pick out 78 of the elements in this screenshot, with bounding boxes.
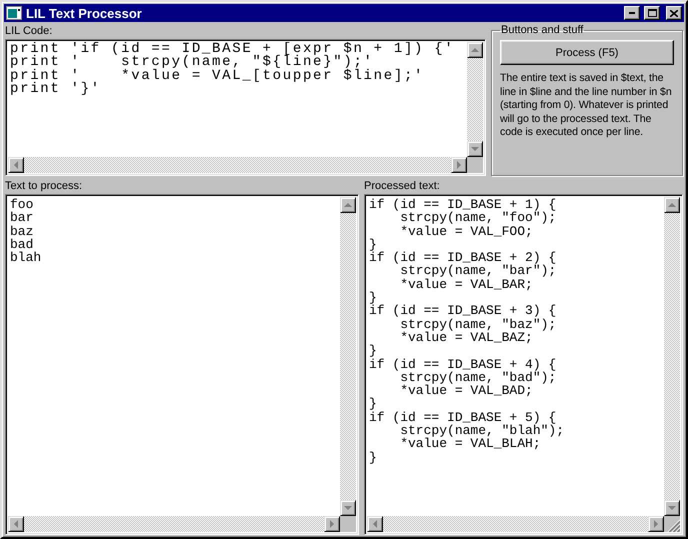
close-button[interactable] — [666, 6, 682, 20]
code-line: *value = VAL_BAZ; — [399, 330, 533, 344]
code-line: strcpy(name, "blah"); — [400, 424, 566, 438]
code-line: print '}' — [10, 82, 102, 96]
group-title: Buttons and stuff — [500, 24, 584, 36]
scroll-arrow-button[interactable] — [8, 157, 24, 173]
scroll-arrow-button[interactable] — [664, 197, 680, 213]
code-line: strcpy(name, "bad"); — [400, 370, 558, 384]
code-line: if (id == ID_BASE + 1) { — [369, 198, 558, 212]
code-line: } — [369, 344, 378, 358]
scroll-arrow-button[interactable] — [8, 516, 24, 532]
scroll-arrow-button[interactable] — [324, 516, 340, 532]
maximize-icon — [648, 9, 656, 17]
code-line: if (id == ID_BASE + 3) { — [369, 304, 558, 318]
scroll-arrow-button[interactable] — [664, 500, 680, 516]
code-line: foo — [10, 198, 34, 212]
field-label: Processed text: — [364, 179, 441, 194]
close-icon — [670, 10, 678, 16]
maximize-button[interactable] — [644, 6, 660, 20]
text-area[interactable]: foo bar baz bad blah — [5, 194, 359, 535]
code-line: *value = VAL_FOO; — [399, 224, 533, 238]
left-arrow-icon — [14, 161, 18, 169]
horizontal-scrollbar[interactable] — [367, 516, 664, 532]
code-line: *value = VAL_BLAH; — [399, 437, 541, 451]
code-line: baz — [10, 224, 34, 238]
help-text: The entire text is saved in $text, the line in $line and the line number in $n (starting from 0). Whatever is printed will go to the processed text. The code is executed once per line. — [500, 72, 673, 140]
code-line: strcpy(name, "foo"); — [400, 211, 558, 225]
code-line: *value = VAL_BAD; — [399, 384, 533, 398]
window-title: LIL Text Processor — [26, 6, 143, 20]
field-label: Text to process: — [5, 179, 84, 194]
left-arrow-icon — [14, 520, 18, 528]
left-arrow-icon — [373, 520, 377, 528]
scroll-arrow-button[interactable] — [367, 516, 383, 532]
code-line: *value = VAL_BAR; — [399, 278, 533, 292]
code-line: if (id == ID_BASE + 2) { — [369, 251, 558, 264]
code-line: bad — [10, 238, 34, 252]
scrollbar-corner — [340, 516, 356, 532]
scroll-arrow-button[interactable] — [467, 141, 483, 157]
horizontal-scrollbar[interactable] — [8, 516, 340, 532]
code-line: print ' strcpy(name, "${line}");' — [10, 56, 374, 70]
right-arrow-icon — [654, 520, 658, 528]
down-arrow-icon — [471, 147, 479, 151]
field-label: LIL Code: — [5, 24, 54, 39]
vertical-scrollbar[interactable] — [340, 197, 356, 516]
vertical-scrollbar[interactable] — [467, 42, 483, 157]
scroll-arrow-button[interactable] — [340, 197, 356, 213]
scroll-arrow-button[interactable] — [340, 500, 356, 516]
scroll-arrow-button[interactable] — [648, 516, 664, 532]
down-arrow-icon — [668, 506, 676, 510]
code-line: bar — [10, 211, 34, 225]
code-line: blah — [10, 251, 42, 264]
code-line: if (id == ID_BASE + 4) { — [369, 358, 558, 371]
right-arrow-icon — [330, 520, 334, 528]
process-button[interactable]: Process (F5) — [500, 40, 674, 65]
scroll-arrow-button[interactable] — [451, 157, 467, 173]
horizontal-scrollbar[interactable] — [8, 157, 467, 173]
up-arrow-icon — [471, 48, 479, 52]
code-line: print ' *value = VAL_[toupper $line];' — [10, 70, 426, 83]
code-line: } — [369, 291, 377, 304]
resize-grip-icon[interactable] — [667, 519, 680, 532]
code-line: strcpy(name, "bar"); — [400, 264, 558, 278]
minimize-button[interactable] — [624, 6, 640, 20]
text-area[interactable]: print 'if (id == ID_BASE + [expr $n + 1]) {' print ' strcpy(name, "${line}");' print ' *value = VAL_[toupper $line];' print '}' — [5, 39, 486, 176]
up-arrow-icon — [344, 203, 352, 207]
code-line: if (id == ID_BASE + 5) { — [369, 410, 556, 424]
down-arrow-icon — [344, 506, 352, 510]
vertical-scrollbar[interactable] — [664, 197, 680, 516]
code-line: strcpy(name, "baz"); — [400, 318, 558, 331]
app-icon — [6, 6, 22, 20]
scroll-arrow-button[interactable] — [467, 42, 483, 58]
code-line: } — [369, 450, 378, 464]
minimize-icon — [629, 12, 635, 14]
right-arrow-icon — [457, 161, 461, 169]
scrollbar-corner — [467, 157, 483, 173]
code-line: } — [369, 238, 377, 252]
text-area[interactable] — [364, 194, 683, 535]
up-arrow-icon — [668, 203, 676, 207]
code-line: } — [369, 397, 378, 411]
